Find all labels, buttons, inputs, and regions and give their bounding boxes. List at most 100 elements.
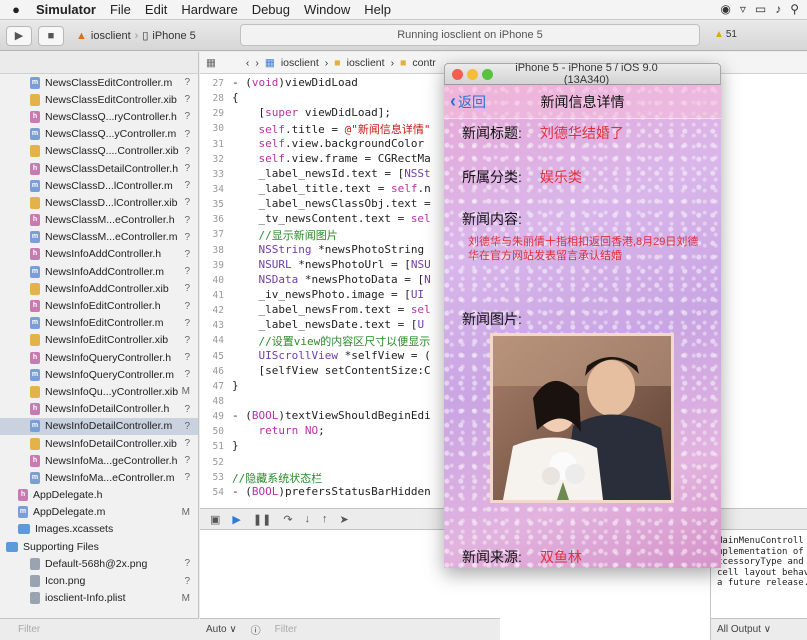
related-items-icon[interactable]: ▦ — [206, 57, 216, 69]
file-name: NewsClassEditController.m — [45, 76, 173, 89]
jump-item-project[interactable]: iosclient — [281, 57, 319, 69]
zoom-icon[interactable] — [482, 68, 493, 80]
menu-file[interactable]: File — [110, 2, 131, 17]
wifi-icon[interactable]: ▿ — [740, 2, 746, 16]
search-icon[interactable]: ⚲ — [790, 2, 799, 16]
file-item[interactable]: h NewsInfoQueryController.h? — [0, 349, 198, 366]
scheme-selector[interactable]: ▲ iosclient › ▯ iPhone 5 — [76, 29, 196, 43]
file-item[interactable]: h NewsClassQ...ryController.h? — [0, 108, 198, 125]
file-item[interactable]: Default-568h@2x.png? — [0, 555, 198, 572]
breakpoints-icon[interactable]: ▶ — [232, 513, 240, 526]
activity-viewer: Running iosclient on iPhone 5 — [240, 24, 700, 46]
file-item[interactable]: h NewsClassM...eController.h? — [0, 212, 198, 229]
file-item[interactable]: NewsClassEditController.xib? — [0, 91, 198, 108]
file-item[interactable]: h AppDelegate.h — [0, 487, 198, 504]
source-file-icon: h — [30, 403, 40, 416]
stop-button[interactable]: ■ — [38, 25, 64, 46]
file-item[interactable]: m NewsInfoDetailController.m? — [0, 417, 198, 435]
file-status: ? — [184, 403, 190, 415]
file-item[interactable]: h NewsInfoMa...geController.h? — [0, 452, 198, 469]
navigator-filter[interactable]: Filter — [0, 618, 199, 640]
menu-edit[interactable]: Edit — [145, 2, 167, 17]
console-filter[interactable]: All Output ∨ — [710, 618, 807, 640]
run-button[interactable]: ▶ — [6, 25, 32, 46]
menu-debug[interactable]: Debug — [252, 2, 290, 17]
file-name: NewsInfoEditController.h — [45, 300, 161, 313]
source-file-icon — [30, 385, 40, 398]
location-icon[interactable]: ➤ — [340, 513, 349, 526]
file-item[interactable]: NewsInfoEditController.xib? — [0, 332, 198, 349]
line-number: 39 — [212, 259, 224, 271]
file-item[interactable]: Icon.png? — [0, 572, 198, 589]
menu-simulator[interactable]: Simulator — [36, 2, 96, 17]
file-item[interactable]: m NewsInfoAddController.m? — [0, 263, 198, 280]
line-number: 49 — [212, 411, 224, 423]
warning-badge[interactable]: ▲ 51 — [714, 29, 737, 40]
file-item[interactable]: NewsClassQ....Controller.xib? — [0, 143, 198, 160]
file-status: ? — [184, 438, 190, 450]
volume-icon[interactable]: ♪ — [775, 2, 781, 16]
hide-debug-icon[interactable]: ▣ — [210, 513, 220, 526]
nav-forward-icon[interactable]: › — [255, 57, 259, 69]
simulator-title: iPhone 5 - iPhone 5 / iOS 9.0 (13A340) — [515, 62, 658, 86]
line-number: 30 — [212, 123, 224, 135]
minimize-icon[interactable] — [467, 68, 478, 80]
file-item[interactable]: h NewsInfoAddController.h? — [0, 246, 198, 263]
source-file-icon: m — [30, 471, 40, 484]
file-name: NewsInfoQu...yController.xib — [45, 385, 179, 398]
file-item[interactable]: m NewsClassD...lController.m? — [0, 177, 198, 194]
wedding-photo-image — [493, 336, 671, 500]
file-item[interactable]: NewsInfoAddController.xib? — [0, 280, 198, 297]
file-item[interactable]: m NewsInfoMa...eController.m? — [0, 469, 198, 486]
file-item[interactable]: Images.xcassets — [0, 521, 198, 538]
resource-file-icon — [30, 592, 40, 605]
menu-window[interactable]: Window — [304, 2, 350, 17]
device-screen: ‹ 返回 新闻信息详情 新闻标题: 刘德华结婚了 所属分类: 娱乐类 新闻内容:… — [444, 85, 721, 568]
close-icon[interactable] — [452, 68, 463, 80]
file-item[interactable]: m AppDelegate.m M — [0, 504, 198, 521]
step-in-icon[interactable]: ↓ — [305, 513, 311, 525]
file-status: ? — [184, 334, 190, 346]
file-status: ? — [184, 472, 190, 484]
line-number: 54 — [212, 486, 224, 498]
file-item[interactable]: Supporting Files — [0, 538, 198, 555]
output-selector[interactable]: Auto ∨ — [206, 624, 237, 635]
file-item[interactable]: m NewsClassQ...yController.m? — [0, 126, 198, 143]
warning-icon: ▲ — [713, 29, 724, 40]
jump-item-folder[interactable]: contr — [412, 57, 435, 69]
variables-filter[interactable]: Filter — [275, 624, 297, 635]
menu-hardware[interactable]: Hardware — [181, 2, 237, 17]
code-text: _iv_newsPhoto.image = [UI — [232, 287, 425, 301]
simulator-titlebar[interactable]: iPhone 5 - iPhone 5 / iOS 9.0 (13A340) — [444, 62, 721, 86]
file-item[interactable]: NewsInfoDetailController.xib? — [0, 435, 198, 452]
apple-icon[interactable]: ● — [8, 2, 24, 17]
code-text: - (BOOL)prefersStatusBarHidden — [232, 484, 431, 498]
code-text: return NO; — [258, 424, 325, 438]
file-item[interactable]: h NewsInfoEditController.h? — [0, 297, 198, 314]
chevron-left-icon: ‹ — [450, 91, 456, 111]
file-list: m NewsClassEditController.m? NewsClassEdit… — [0, 74, 198, 607]
line-number: 47 — [212, 380, 224, 392]
nav-back-icon[interactable]: ‹ — [246, 57, 250, 69]
file-item[interactable]: m NewsInfoEditController.m? — [0, 315, 198, 332]
file-item[interactable]: m NewsInfoQueryController.m? — [0, 366, 198, 383]
info-icon[interactable]: ⓘ — [251, 622, 261, 637]
source-file-icon — [30, 145, 40, 158]
file-item[interactable]: NewsInfoQu...yController.xib M — [0, 383, 198, 400]
record-icon[interactable]: ◉ — [720, 2, 730, 16]
file-item[interactable]: NewsClassD...lController.xib? — [0, 194, 198, 211]
step-out-icon[interactable]: ↑ — [322, 513, 328, 525]
menu-help[interactable]: Help — [364, 2, 391, 17]
news-content-text[interactable]: 刘德华与朱丽倩十指相扣返回香港,8月29日刘德华在官方网站发表留言承认结婚 — [468, 235, 708, 263]
file-item[interactable]: iosclient-Info.plist M — [0, 590, 198, 607]
file-item[interactable]: m NewsClassM...eController.m? — [0, 229, 198, 246]
file-item[interactable]: h NewsInfoDetailController.h? — [0, 401, 198, 418]
file-item[interactable]: h NewsClassDetailController.h? — [0, 160, 198, 177]
file-item[interactable]: m NewsClassEditController.m? — [0, 74, 198, 91]
jump-item-group[interactable]: iosclient — [347, 57, 385, 69]
pause-icon[interactable]: ❚❚ — [253, 513, 271, 526]
step-over-icon[interactable]: ↷ — [283, 513, 292, 526]
battery-icon[interactable]: ▭ — [755, 2, 766, 16]
source-file-icon — [30, 282, 40, 295]
back-button[interactable]: ‹ 返回 — [450, 91, 486, 112]
